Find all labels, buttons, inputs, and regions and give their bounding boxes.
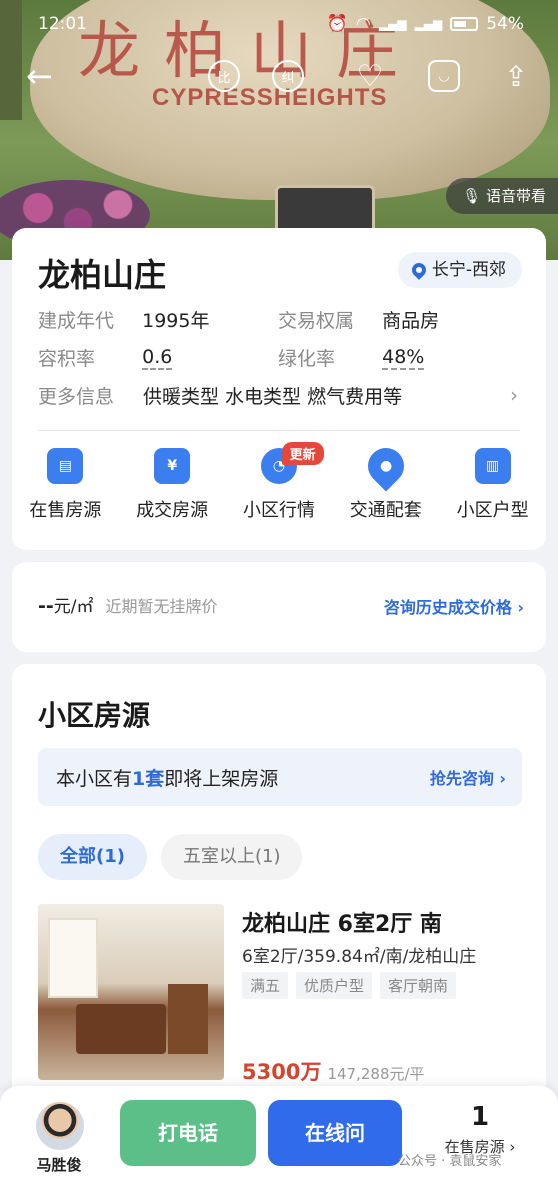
online-chat-button[interactable]: 在线问 — [268, 1100, 402, 1166]
entry-floorplans[interactable]: ▥ 小区户型 — [439, 448, 546, 522]
entry-label: 交通配套 — [349, 500, 422, 521]
alarm-icon: ⏰ — [326, 14, 348, 34]
signal-icon: ▂▄▆ — [378, 17, 407, 31]
status-right: ⏰ ◠ ▂▄▆ ▂▄▆ 54% — [327, 14, 524, 34]
notice-count: 1套 — [132, 767, 165, 790]
price-unit: 元/㎡ — [53, 597, 94, 617]
signal2-icon: ▂▄▆ — [414, 17, 443, 31]
wifi-icon: ◠ — [355, 14, 371, 34]
more-info-label: 更多信息 — [38, 385, 115, 408]
plot-ratio-label: 容积率 — [38, 347, 96, 370]
build-year-value: 1995年 — [142, 309, 210, 332]
listing-subtitle: 6室2厅/359.84㎡/南/龙柏山庄 — [242, 947, 477, 967]
thumb-window — [48, 918, 98, 998]
chip-all[interactable]: 全部(1) — [38, 834, 147, 880]
avatar — [36, 1102, 84, 1150]
battery-percent: 54% — [486, 14, 524, 34]
price-row: --元/㎡ 近期暂无挂牌价 — [38, 592, 218, 617]
yen-icon: ¥ — [154, 448, 191, 484]
listing-title: 龙柏山庄 6室2厅 南 — [242, 912, 442, 937]
top-nav: ← 比 纠 ♡ ◡ ⇪ — [0, 56, 558, 100]
listing-tag: 优质户型 — [296, 972, 373, 999]
update-badge: 更新 — [281, 442, 324, 465]
agent-name: 马胜俊 — [36, 1156, 82, 1174]
listing-price: 5300万 — [242, 1060, 322, 1084]
title-row: 龙柏山庄 — [38, 250, 166, 296]
entry-label: 小区户型 — [456, 500, 529, 521]
call-button[interactable]: 打电话 — [120, 1100, 256, 1166]
notice-text: 本小区有1套即将上架房源 — [56, 764, 278, 791]
section-title: 小区房源 — [38, 699, 151, 732]
entry-sold[interactable]: ¥ 成交房源 — [119, 448, 226, 522]
quick-entries: ▤ 在售房源 ¥ 成交房源 ◔ 更新 小区行情 ● 交通配套 ▥ 小区户型 — [12, 440, 546, 522]
price-note: 近期暂无挂牌价 — [105, 597, 218, 616]
listing-item[interactable]: 龙柏山庄 6室2厅 南 6室2厅/359.84㎡/南/龙柏山庄 满五 优质户型 … — [38, 904, 522, 1084]
more-info-value: 供暖类型 水电类型 燃气费用等 — [143, 385, 403, 408]
voice-tour-button[interactable]: 🎙 语音带看 — [446, 178, 558, 214]
area-tag[interactable]: 长宁-西郊 — [397, 252, 522, 288]
plot-ratio-value[interactable]: 0.6 — [142, 346, 278, 368]
community-overview-card: 龙柏山庄 长宁-西郊 建成年代 1995年 交易权属 商品房 容积率 0.6 绿… — [12, 228, 546, 550]
listing-thumbnail — [38, 904, 224, 1080]
notice-post: 即将上架房源 — [164, 767, 279, 790]
listing-tag: 满五 — [242, 972, 289, 999]
greening-label: 绿化率 — [278, 347, 336, 370]
build-year-label: 建成年代 — [38, 309, 115, 332]
filter-chips: 全部(1) 五室以上(1) — [38, 834, 303, 880]
heart-icon[interactable]: ♡ — [354, 59, 386, 94]
community-name: 龙柏山庄 — [38, 256, 167, 294]
price-value-group: --元/㎡ — [38, 592, 94, 617]
agent-profile[interactable]: 马胜俊 — [36, 1102, 86, 1175]
voice-tour-label: 语音带看 — [485, 187, 546, 205]
entry-market[interactable]: ◔ 更新 小区行情 — [226, 442, 333, 522]
listing-price-row: 5300万 147,288元/平 — [242, 1056, 425, 1086]
compare-icon[interactable]: 比 — [208, 60, 240, 92]
microphone-icon: 🎙 — [462, 187, 482, 205]
listing-tag: 客厅朝南 — [380, 972, 457, 999]
notice-pre: 本小区有 — [56, 767, 133, 790]
more-info-row[interactable]: 更多信息 供暖类型 水电类型 燃气费用等 › — [38, 376, 518, 414]
for-sale-number: 1 — [470, 1102, 490, 1132]
entry-label: 在售房源 — [29, 500, 102, 521]
listing-icon: ▤ — [47, 448, 84, 484]
chevron-right-icon: › — [510, 383, 518, 407]
ownership-label: 交易权属 — [278, 309, 355, 332]
info-row: 建成年代 1995年 交易权属 商品房 — [38, 300, 518, 338]
report-icon[interactable]: 纠 — [272, 60, 304, 92]
area-label: 长宁-西郊 — [431, 260, 506, 280]
entry-transport[interactable]: ● 交通配套 — [332, 440, 439, 522]
upcoming-notice[interactable]: 本小区有1套即将上架房源 抢先咨询 › — [38, 748, 522, 806]
price-value: -- — [38, 595, 54, 617]
listing-tags: 满五 优质户型 客厅朝南 — [242, 972, 457, 999]
thumb-furniture — [76, 1004, 166, 1054]
watermark: 公众号 · 袁鼠安家 — [398, 1154, 502, 1169]
location-pin-icon — [408, 260, 429, 280]
chat-icon[interactable]: ◡ — [428, 60, 460, 92]
status-bar: 12:01 ⏰ ◠ ▂▄▆ ▂▄▆ 54% — [0, 0, 558, 48]
divider — [38, 430, 520, 431]
entry-for-sale[interactable]: ▤ 在售房源 — [12, 448, 119, 522]
ownership-value: 商品房 — [382, 309, 440, 332]
price-card: --元/㎡ 近期暂无挂牌价 咨询历史成交价格 › — [12, 562, 546, 652]
info-grid: 建成年代 1995年 交易权属 商品房 容积率 0.6 绿化率 48% 更多信息… — [38, 300, 518, 414]
chip-five-rooms[interactable]: 五室以上(1) — [160, 834, 303, 880]
thumb-cabinet — [168, 984, 208, 1054]
location-pin-icon: ● — [360, 440, 412, 492]
floorplan-icon: ▥ — [474, 448, 511, 484]
status-time: 12:01 — [38, 14, 87, 34]
bottom-action-bar: 马胜俊 打电话 在线问 1 在售房源 › — [0, 1086, 558, 1184]
battery-icon — [450, 17, 479, 31]
info-row: 容积率 0.6 绿化率 48% — [38, 338, 518, 376]
share-icon[interactable]: ⇪ — [500, 60, 532, 93]
entry-label: 成交房源 — [136, 500, 209, 521]
entry-label: 小区行情 — [242, 500, 315, 521]
history-price-link[interactable]: 咨询历史成交价格 › — [384, 594, 524, 618]
greening-value[interactable]: 48% — [382, 346, 518, 368]
for-sale-count[interactable]: 1 在售房源 › — [430, 1102, 530, 1157]
listing-unit-price: 147,288元/平 — [327, 1065, 425, 1083]
consult-first-link[interactable]: 抢先咨询 › — [430, 765, 506, 789]
back-arrow-icon[interactable]: ← — [26, 58, 53, 94]
